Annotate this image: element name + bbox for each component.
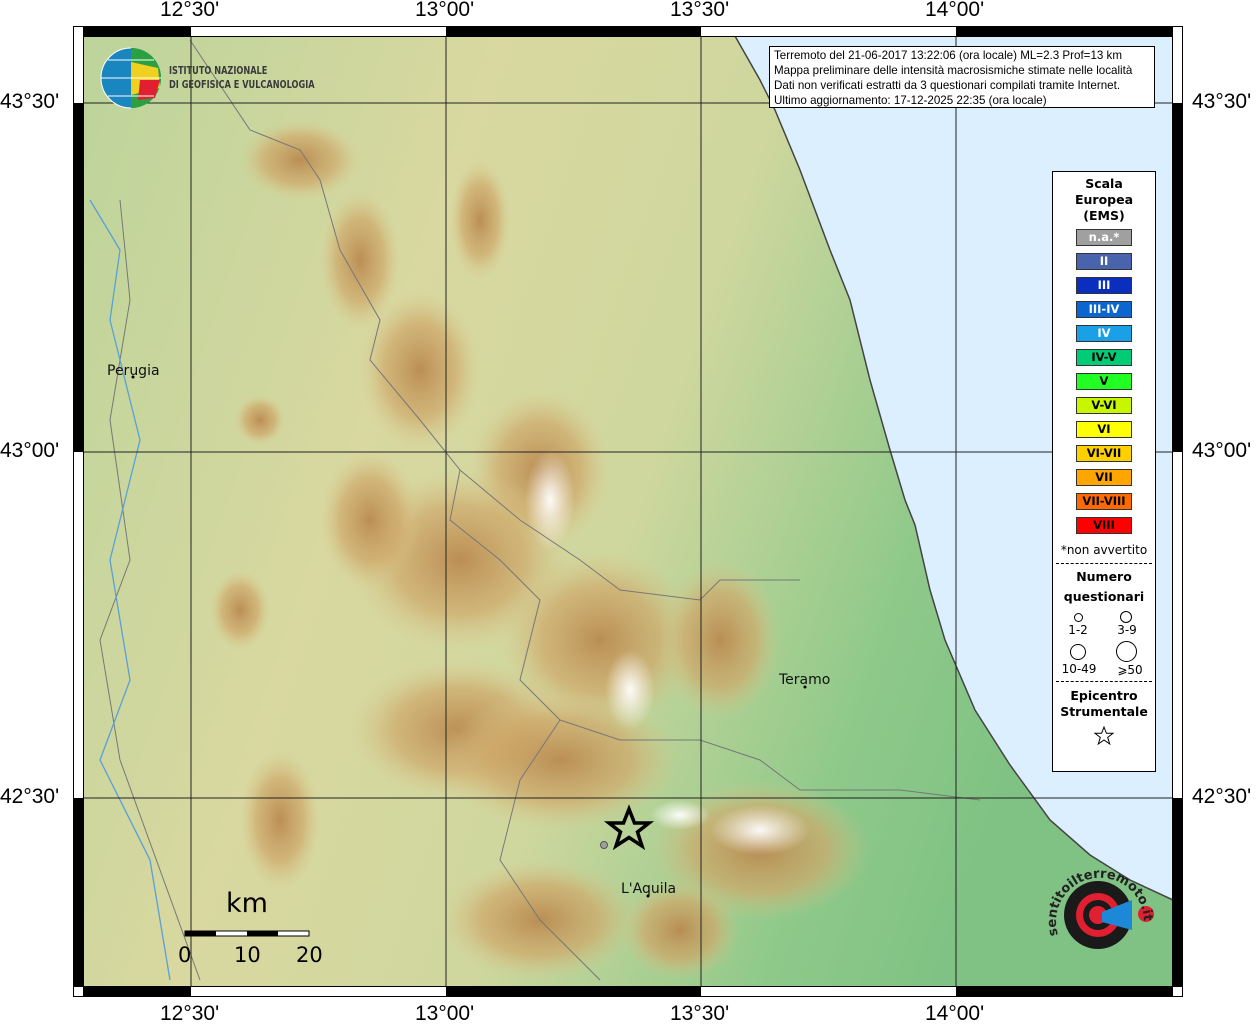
legend-divider: [1056, 681, 1152, 682]
lat-tick-right-1: 43°30': [1192, 90, 1252, 113]
questionnaires-title-line: Numero: [1076, 569, 1132, 584]
ingv-line2: DI GEOFISICA E VULCANOLOGIA: [169, 79, 315, 91]
circle-small-icon: [1074, 613, 1083, 622]
city-label-teramo: Teramo: [779, 672, 831, 688]
lon-tick-bottom-1: 12°30': [160, 1002, 220, 1025]
intensity-swatch: VI: [1076, 421, 1132, 438]
epicenter-title-line: Strumentale: [1060, 704, 1148, 719]
lon-tick-top-2: 13°00': [415, 0, 475, 21]
lat-tick-left-2: 43°00': [0, 439, 60, 462]
questionnaire-size-legend: 1-2 3-9 10-49 ⩾50: [1053, 607, 1155, 681]
intensity-swatch: IV-V: [1076, 349, 1132, 366]
lon-tick-top-1: 12°30': [160, 0, 220, 21]
lat-tick-right-3: 42°30': [1192, 785, 1252, 808]
lat-tick-right-2: 43°00': [1192, 439, 1252, 462]
event-info-line: Terremoto del 21-06-2017 13:22:06 (ora l…: [774, 49, 1123, 62]
questionnaire-label: 10-49: [1061, 662, 1097, 676]
ingv-logo-text: ISTITUTO NAZIONALE DI GEOFISICA E VULCAN…: [169, 64, 315, 92]
legend-divider: [1056, 563, 1152, 564]
lat-tick-left-1: 43°30': [0, 90, 60, 113]
city-label-laquila: L'Aquila: [621, 881, 677, 897]
event-info-line: Ultimo aggiornamento: 17-12-2025 22:35 (…: [774, 94, 1047, 107]
circle-medium-icon: [1120, 611, 1132, 623]
intensity-swatch: II: [1076, 253, 1132, 270]
intensity-swatch: n.a.*: [1076, 229, 1132, 246]
legend-title-line: Europea: [1074, 192, 1134, 207]
epicenter-title: Epicentro Strumentale: [1053, 688, 1155, 720]
legend-na-note: *non avvertito: [1060, 543, 1148, 557]
intensity-swatch: III: [1076, 277, 1132, 294]
intensity-swatch: VI-VII: [1076, 445, 1132, 462]
intensity-swatch: V: [1076, 373, 1132, 390]
questionnaire-label: 1-2: [1068, 623, 1088, 637]
intensity-swatch: VII: [1076, 469, 1132, 486]
event-info-line: Dati non verificati estratti da 3 questi…: [774, 79, 1121, 92]
circle-large-icon: [1070, 644, 1086, 660]
intensity-swatch: VIII: [1076, 517, 1132, 534]
scale-label-20: 20: [296, 943, 323, 967]
ingv-line1: ISTITUTO NAZIONALE: [169, 65, 268, 77]
legend: Scala Europea (EMS) n.a.* II III III-IV IV IV…: [1052, 171, 1156, 772]
scale-label-10: 10: [234, 943, 261, 967]
circle-xlarge-icon: [1116, 641, 1137, 662]
questionnaire-label: 3-9: [1117, 623, 1137, 637]
lon-tick-bottom-3: 13°30': [670, 1002, 730, 1025]
intensity-swatch: IV: [1076, 325, 1132, 342]
scale-bar: [184, 930, 310, 937]
epicenter-star-legend-icon: [1093, 725, 1115, 746]
ingv-globe-logo: [100, 47, 161, 109]
scale-unit: km: [226, 888, 268, 919]
legend-title-line: Scala: [1085, 176, 1123, 191]
scale-label-0: 0: [178, 943, 192, 967]
intensity-swatch: III-IV: [1076, 301, 1132, 318]
lat-tick-left-3: 42°30': [0, 785, 60, 808]
lon-tick-top-3: 13°30': [670, 0, 730, 21]
intensity-swatch: V-VI: [1076, 397, 1132, 414]
questionnaire-point[interactable]: [600, 841, 608, 849]
event-info-line: Mappa preliminare delle intensità macros…: [774, 64, 1133, 77]
intensity-scale: n.a.* II III III-IV IV IV-V V V-VI VI VI-VII VII VI…: [1053, 229, 1155, 534]
intensity-swatch: VII-VIII: [1076, 493, 1132, 510]
questionnaires-title-line: questionari: [1063, 589, 1145, 604]
legend-title-line: (EMS): [1083, 208, 1125, 223]
questionnaire-label: ⩾50: [1117, 663, 1143, 677]
city-label-perugia: Perugia: [107, 363, 160, 379]
lon-tick-bottom-4: 14°00': [925, 1002, 985, 1025]
questionnaires-title: Numero questionari: [1053, 567, 1155, 607]
lon-tick-bottom-2: 13°00': [415, 1002, 475, 1025]
event-info-box: Terremoto del 21-06-2017 13:22:06 (ora l…: [769, 46, 1155, 108]
legend-title: Scala Europea (EMS): [1053, 176, 1155, 224]
epicenter-title-line: Epicentro: [1070, 688, 1138, 703]
lon-tick-top-4: 14°00': [925, 0, 985, 21]
